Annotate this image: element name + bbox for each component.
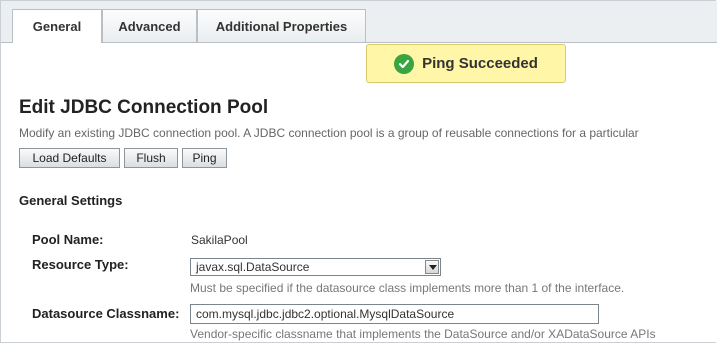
load-defaults-button[interactable]: Load Defaults bbox=[19, 148, 120, 168]
datasource-classname-input[interactable] bbox=[190, 304, 599, 324]
resource-type-selected-value: javax.sql.DataSource bbox=[196, 260, 310, 274]
tab-additional-properties[interactable]: Additional Properties bbox=[197, 9, 366, 42]
pool-name-value: SakilaPool bbox=[191, 233, 248, 247]
resource-type-label: Resource Type: bbox=[32, 257, 129, 272]
ping-banner-text: Ping Succeeded bbox=[422, 55, 538, 72]
flush-button[interactable]: Flush bbox=[124, 148, 178, 168]
tab-general[interactable]: General bbox=[12, 9, 102, 43]
pool-name-label: Pool Name: bbox=[32, 232, 104, 247]
section-title-general-settings: General Settings bbox=[19, 193, 123, 208]
tab-advanced[interactable]: Advanced bbox=[102, 9, 197, 42]
ping-button[interactable]: Ping bbox=[182, 148, 227, 168]
resource-type-select[interactable]: javax.sql.DataSource bbox=[190, 258, 441, 276]
tab-bar: General Advanced Additional Properties bbox=[1, 1, 717, 43]
page-description: Modify an existing JDBC connection pool.… bbox=[19, 126, 639, 140]
datasource-classname-help: Vendor-specific classname that implement… bbox=[190, 327, 656, 341]
checkmark-circle-icon bbox=[394, 53, 415, 74]
page-title: Edit JDBC Connection Pool bbox=[19, 97, 269, 118]
datasource-classname-label: Datasource Classname: bbox=[32, 306, 180, 321]
dropdown-arrow-icon[interactable] bbox=[425, 260, 439, 274]
resource-type-help: Must be specified if the datasource clas… bbox=[190, 281, 625, 295]
ping-success-banner: Ping Succeeded bbox=[366, 44, 566, 83]
